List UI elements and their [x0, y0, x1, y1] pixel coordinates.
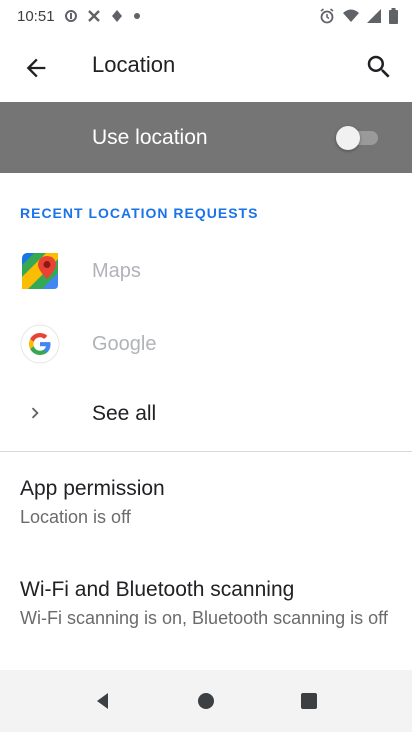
tools-icon: [87, 10, 100, 22]
pref-title: App permission: [20, 477, 165, 500]
diamond-icon: [111, 10, 122, 22]
wifi-bluetooth-scanning-item[interactable]: Wi-Fi and Bluetooth scanning Wi-Fi scann…: [20, 575, 400, 630]
google-maps-icon: [22, 253, 58, 289]
pref-title: Wi-Fi and Bluetooth scanning: [20, 578, 295, 601]
use-location-toggle[interactable]: [336, 125, 380, 151]
dot-icon: [133, 13, 140, 19]
status-time: 10:51: [17, 7, 55, 25]
chevron-right-icon: [31, 407, 39, 419]
battery-icon: [389, 8, 398, 24]
recent-app-label: Maps: [92, 260, 141, 282]
recent-app-google[interactable]: Google: [0, 310, 412, 376]
use-location-label: Use location: [92, 125, 208, 149]
page-title: Location: [92, 52, 176, 77]
navigation-bar: [0, 670, 412, 732]
pref-summary: Location is off: [20, 507, 131, 527]
status-left: 10:51: [17, 8, 141, 25]
status-bar: 10:51: [0, 0, 412, 32]
alarm-icon: [320, 8, 334, 24]
nav-home-icon[interactable]: [195, 690, 217, 712]
divider: [0, 451, 412, 452]
app-permission-item[interactable]: App permission Location is off: [20, 474, 400, 529]
recent-app-maps[interactable]: Maps: [0, 237, 412, 303]
nav-recents-icon[interactable]: [298, 690, 320, 712]
nav-back-icon[interactable]: [92, 690, 114, 712]
recent-app-label: Google: [92, 333, 157, 355]
toggle-thumb: [336, 126, 360, 150]
see-all-label: See all: [92, 402, 157, 425]
app-bar: Location: [0, 32, 412, 102]
signal-icon: [367, 9, 381, 23]
pref-summary: Wi-Fi scanning is on, Bluetooth scanning…: [20, 608, 388, 628]
data-saver-icon: [64, 10, 77, 22]
status-right: [319, 8, 398, 24]
arrow-back-icon[interactable]: [22, 54, 50, 82]
google-g-icon: [20, 324, 60, 364]
search-icon[interactable]: [364, 52, 394, 82]
use-location-row[interactable]: Use location: [0, 102, 412, 173]
see-all-row[interactable]: See all: [0, 384, 412, 446]
wifi-icon: [343, 9, 359, 22]
recent-requests-header: RECENT LOCATION REQUESTS: [20, 205, 259, 221]
